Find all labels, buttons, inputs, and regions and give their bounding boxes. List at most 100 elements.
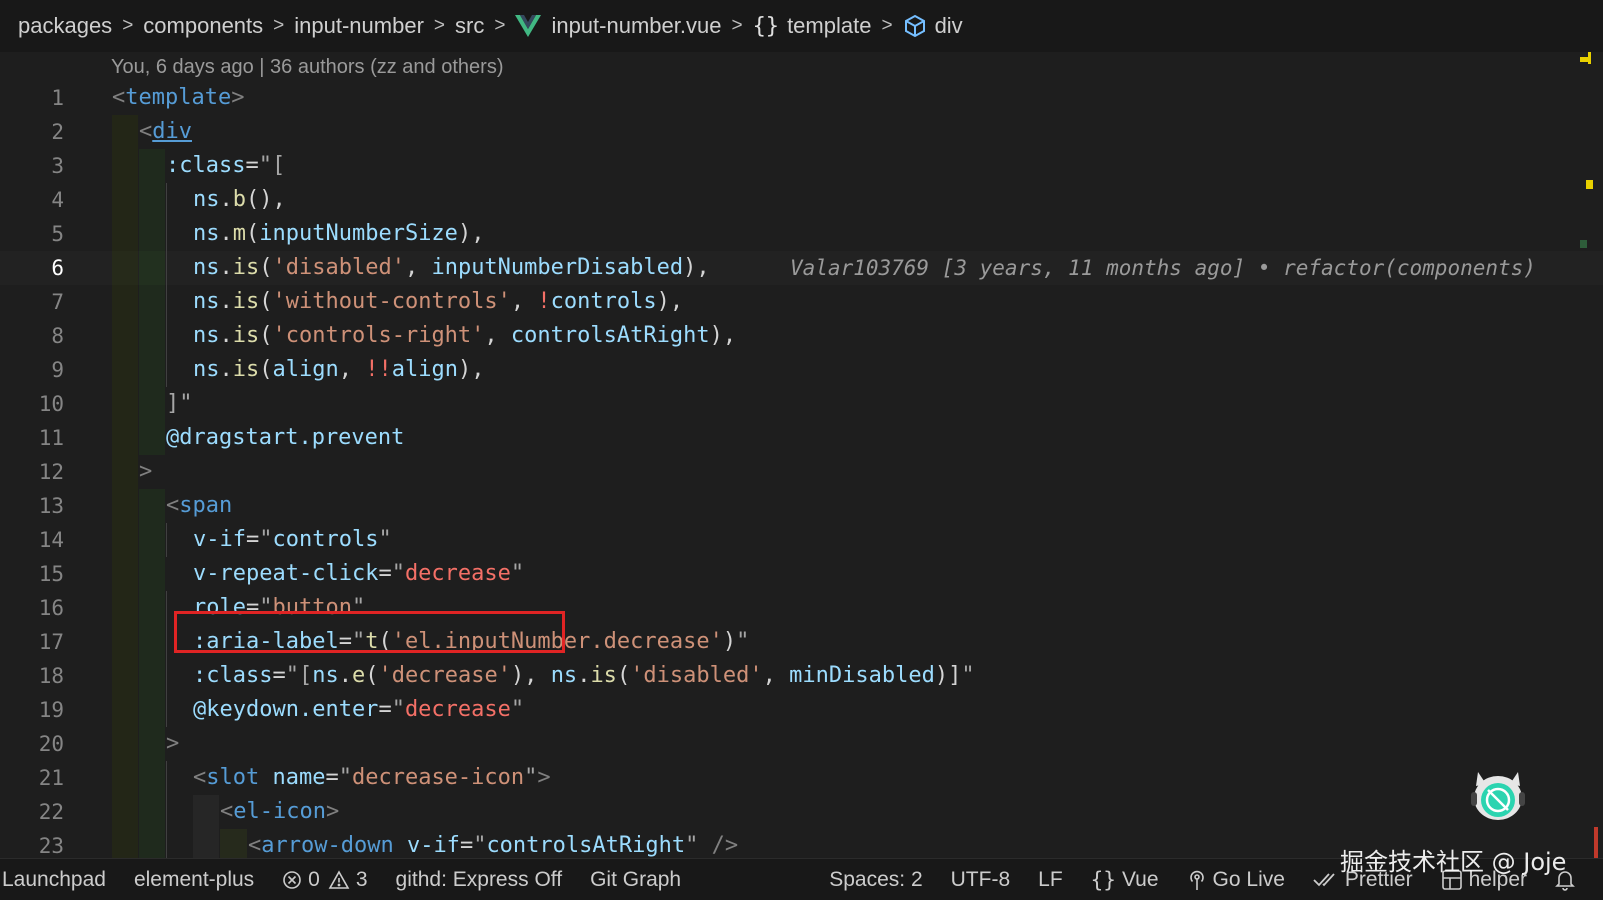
status-launchpad[interactable]: Launchpad <box>2 868 106 892</box>
breadcrumb-item-file[interactable]: input-number.vue <box>515 13 721 39</box>
breadcrumb-item-packages[interactable]: packages <box>18 13 112 39</box>
code-text: <el-icon> <box>220 799 340 824</box>
status-indentation[interactable]: Spaces: 2 <box>829 868 922 892</box>
blame-header[interactable]: You, 6 days ago | 36 authors (zz and oth… <box>111 56 503 79</box>
code-line[interactable]: 2 <div <box>0 115 1603 149</box>
code-text: <template> <box>112 85 245 110</box>
code-line[interactable]: 3 :class="[ <box>0 149 1603 183</box>
indent-guide <box>112 727 138 761</box>
mascot-icon[interactable] <box>1468 766 1528 830</box>
code-line[interactable]: 13 <span <box>0 489 1603 523</box>
indent-guide <box>112 455 138 489</box>
code-line[interactable]: 7 ns.is('without-controls', !controls), <box>0 285 1603 319</box>
indent-guide <box>112 285 138 319</box>
indent-guide <box>139 149 165 183</box>
status-label: element-plus <box>133 867 255 891</box>
status-problems[interactable]: 0 3 <box>282 868 368 892</box>
code-line[interactable]: 15 v-repeat-click="decrease" <box>0 557 1603 591</box>
code-line[interactable]: 12 > <box>0 455 1603 489</box>
status-git-graph[interactable]: Git Graph <box>590 868 681 892</box>
indent-guide <box>139 217 165 251</box>
code-line[interactable]: 8 ns.is('controls-right', controlsAtRigh… <box>0 319 1603 353</box>
code-editor[interactable]: You, 6 days ago | 36 authors (zz and oth… <box>0 52 1603 858</box>
minimap-change-marker <box>1580 240 1587 248</box>
breadcrumb-label: div <box>934 13 963 38</box>
status-eol[interactable]: LF <box>1038 868 1063 892</box>
code-text: v-repeat-click="decrease" <box>193 561 525 586</box>
indent-guide <box>139 727 165 761</box>
code-line[interactable]: 4 ns.b(), <box>0 183 1603 217</box>
indent-guide <box>166 659 167 693</box>
minimap-change-marker <box>1588 52 1591 64</box>
status-go-live[interactable]: Go Live <box>1187 868 1285 892</box>
breadcrumb-item-template[interactable]: {} template <box>753 13 872 39</box>
indent-guide <box>112 421 138 455</box>
scrollbar-marker <box>1594 827 1598 858</box>
status-label: githd: Express Off <box>395 867 563 891</box>
indent-guide <box>166 183 167 217</box>
breadcrumb-item-input-number[interactable]: input-number <box>294 13 424 39</box>
breadcrumb-item-div[interactable]: div <box>903 13 963 39</box>
code-line[interactable]: 19 @keydown.enter="decrease" <box>0 693 1603 727</box>
indent-guide <box>139 795 165 829</box>
status-label: LF <box>1038 867 1063 891</box>
status-language[interactable]: {} Vue <box>1091 868 1159 892</box>
indent-guide <box>166 693 167 727</box>
chevron-right-icon: > <box>494 15 506 36</box>
indent-guide <box>166 285 167 319</box>
line-number: 15 <box>38 562 64 586</box>
indent-guide <box>220 829 247 858</box>
status-label: UTF-8 <box>950 867 1011 891</box>
line-number: 3 <box>51 154 64 178</box>
code-line[interactable]: 21 <slot name="decrease-icon"> <box>0 761 1603 795</box>
code-text: > <box>139 459 153 484</box>
status-githd[interactable]: githd: Express Off <box>396 868 563 892</box>
indent-guide <box>139 761 165 795</box>
indent-guide <box>166 795 167 829</box>
code-text: ns.is('without-controls', !controls), <box>193 289 684 314</box>
braces-icon: {} <box>752 13 780 39</box>
status-label: Spaces: 2 <box>829 867 923 891</box>
inline-blame-annotation[interactable]: Valar103769 [3 years, 11 months ago] • r… <box>790 251 1536 285</box>
chevron-right-icon: > <box>881 15 893 36</box>
breadcrumb-item-components[interactable]: components <box>143 13 263 39</box>
line-number: 12 <box>38 460 64 484</box>
indent-guide <box>139 183 165 217</box>
breadcrumb-label: components <box>143 13 264 38</box>
indent-guide <box>139 659 165 693</box>
code-text: <div <box>139 119 192 144</box>
line-number: 7 <box>51 290 64 314</box>
indent-guide <box>112 319 138 353</box>
code-line[interactable]: 9 ns.is(align, !!align), <box>0 353 1603 387</box>
line-number: 5 <box>51 222 64 246</box>
status-label: Git Graph <box>590 867 682 891</box>
code-text: :class="[ns.e('decrease'), ns.is('disabl… <box>193 663 975 688</box>
breadcrumb-item-src[interactable]: src <box>455 13 484 39</box>
code-line[interactable]: 14 v-if="controls" <box>0 523 1603 557</box>
line-number: 14 <box>38 528 64 552</box>
indent-guide <box>139 489 165 523</box>
indent-guide <box>139 523 165 557</box>
code-line[interactable]: 5 ns.m(inputNumberSize), <box>0 217 1603 251</box>
warning-triangle-icon <box>328 869 350 890</box>
code-line[interactable]: 10 ]" <box>0 387 1603 421</box>
indent-guide <box>139 557 165 591</box>
code-line[interactable]: 11 @dragstart.prevent <box>0 421 1603 455</box>
minimap-change-marker <box>1580 57 1588 62</box>
status-encoding[interactable]: UTF-8 <box>951 868 1011 892</box>
code-line-active[interactable]: 6 ns.is('disabled', inputNumberDisabled)… <box>0 251 1603 285</box>
line-number: 18 <box>38 664 64 688</box>
line-number: 19 <box>38 698 64 722</box>
code-line[interactable]: 18 :class="[ns.e('decrease'), ns.is('dis… <box>0 659 1603 693</box>
indent-guide <box>112 251 138 285</box>
code-line[interactable]: 22 <el-icon> <box>0 795 1603 829</box>
line-number: 1 <box>51 86 64 110</box>
status-project[interactable]: element-plus <box>134 868 254 892</box>
indent-guide <box>166 251 167 285</box>
indent-guide <box>139 829 165 858</box>
line-number: 16 <box>38 596 64 620</box>
code-line[interactable]: 20 > <box>0 727 1603 761</box>
code-line[interactable]: 1 <template> <box>0 81 1603 115</box>
indent-guide <box>112 659 138 693</box>
indent-guide <box>112 591 138 625</box>
